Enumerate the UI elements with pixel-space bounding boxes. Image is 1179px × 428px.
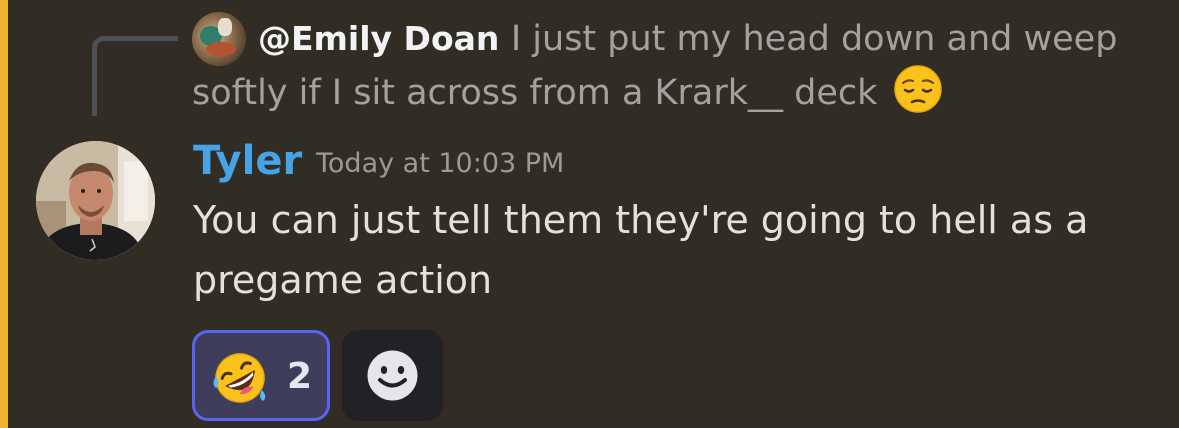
add-reaction-button[interactable] <box>342 330 443 421</box>
reaction-count: 2 <box>287 356 313 397</box>
reply-connector-line <box>92 36 178 116</box>
reaction-button-laughing[interactable]: 2 <box>192 330 330 421</box>
reply-author-avatar[interactable] <box>192 12 246 66</box>
user-avatar[interactable] <box>36 141 155 260</box>
reply-preview-continued[interactable]: softly if I sit across from a Krark__ de… <box>192 64 943 120</box>
message-timestamp[interactable]: Today at 10:03 PM <box>316 144 564 184</box>
message-container: @Emily Doan I just put my head down and … <box>0 0 1179 428</box>
reply-preview[interactable]: @Emily Doan I just put my head down and … <box>258 12 1117 66</box>
message-content: You can just tell them they're going to … <box>193 198 1089 302</box>
reply-author-name[interactable]: @Emily Doan <box>258 19 499 58</box>
pensive-face-icon <box>893 65 942 113</box>
message-author-name[interactable]: Tyler <box>193 136 302 186</box>
reply-text-line2: softly if I sit across from a Krark__ de… <box>192 73 878 113</box>
reply-text-line1: I just put my head down and weep <box>510 19 1118 59</box>
add-reaction-smiley-icon <box>367 350 418 401</box>
mention-highlight-bar <box>0 0 8 428</box>
rolling-on-floor-laughing-icon <box>213 353 266 403</box>
